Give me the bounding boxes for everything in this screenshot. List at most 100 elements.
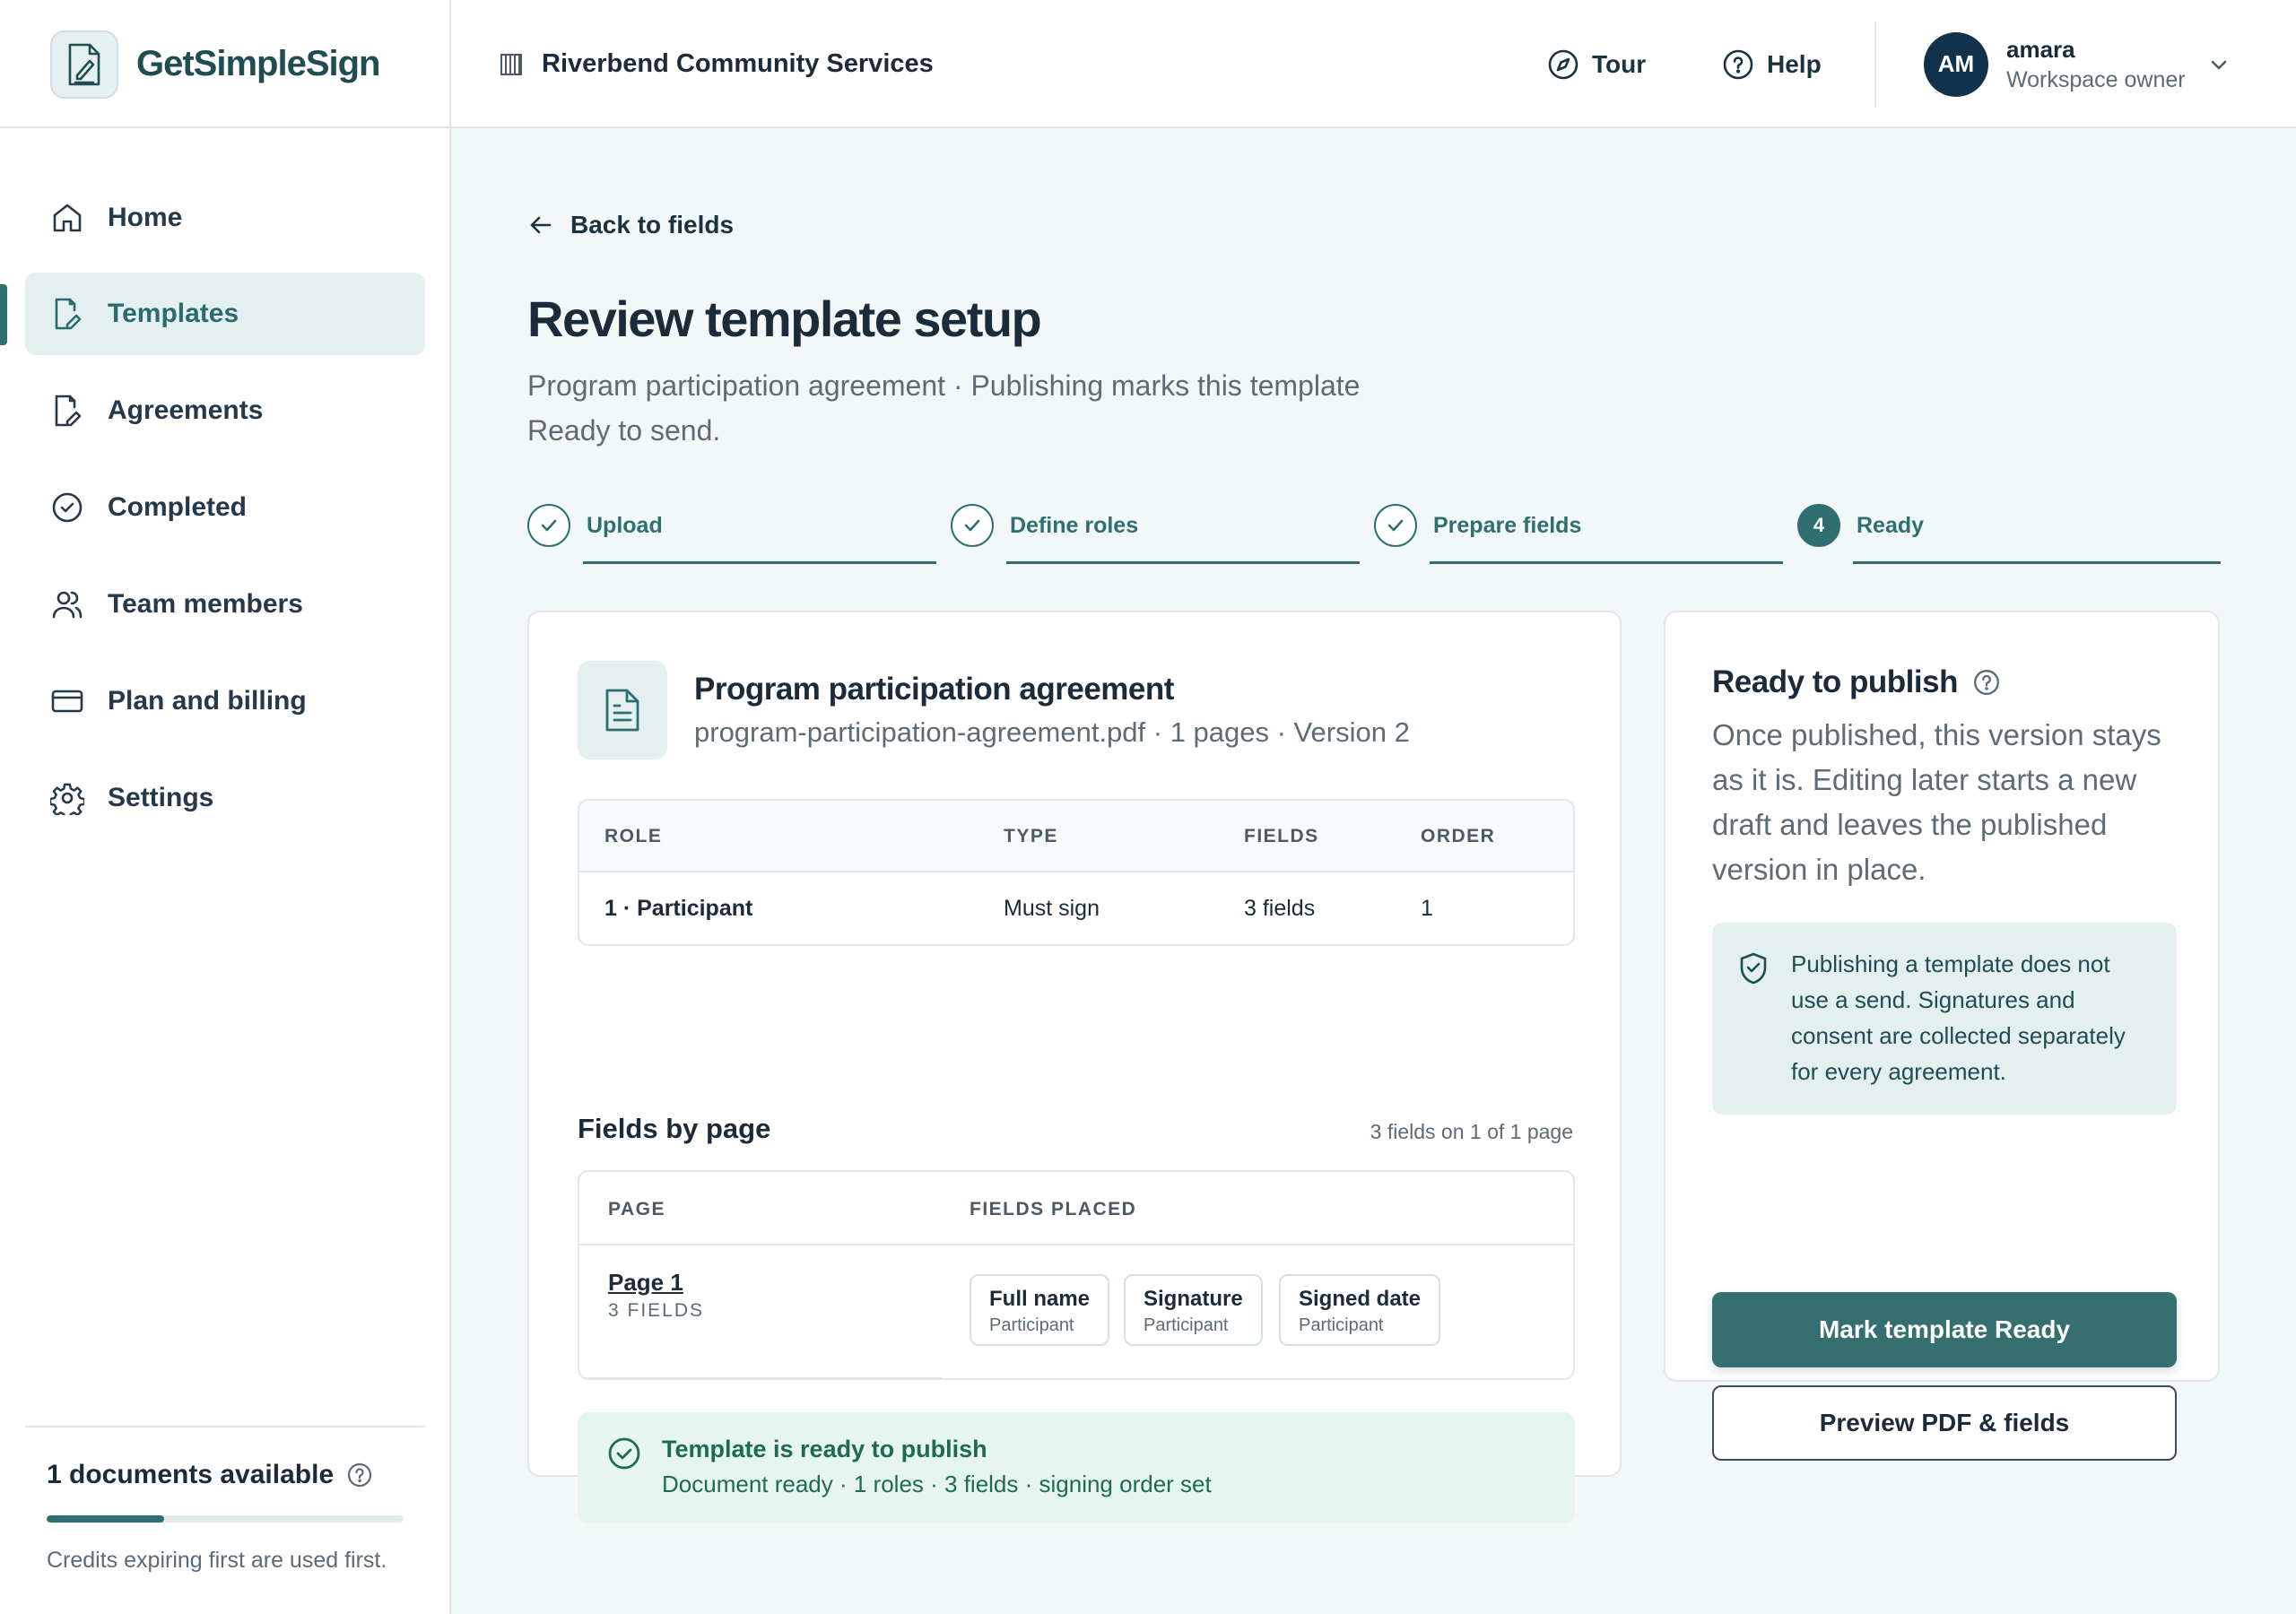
tour-button[interactable]: Tour (1547, 48, 1646, 81)
users-icon (50, 587, 84, 621)
page-title: Review template setup (527, 291, 1042, 347)
org-switcher[interactable]: Riverbend Community Services (499, 0, 934, 128)
step-define-roles[interactable]: Define roles (951, 504, 1360, 567)
document-meta: program-participation-agreement.pdf · 1 … (694, 716, 1410, 748)
document-icon (578, 661, 667, 759)
column-header: PAGE (608, 1199, 665, 1219)
check-circle-icon (606, 1436, 642, 1471)
sidebar-item-label: Team members (108, 589, 303, 619)
org-name: Riverbend Community Services (542, 49, 934, 78)
field-chip-signed-date[interactable]: Signed date Participant (1279, 1274, 1441, 1346)
sidebar-item-team-members[interactable]: Team members (25, 563, 425, 646)
back-link[interactable]: Back to fields (527, 211, 734, 239)
document-title: Program participation agreement (694, 672, 1174, 707)
preview-button[interactable]: Preview PDF & fields (1712, 1385, 2177, 1461)
ready-status-banner: Template is ready to publish Document re… (578, 1412, 1575, 1523)
banner-subtitle: Document ready · 1 roles · 3 fields · si… (662, 1471, 1212, 1497)
help-circle-icon[interactable] (1958, 668, 2001, 697)
active-indicator (0, 284, 7, 345)
chevron-down-icon (2207, 53, 2231, 76)
sidebar-item-settings[interactable]: Settings (25, 757, 425, 839)
back-label: Back to fields (570, 211, 735, 239)
column-header: ROLE (604, 826, 663, 846)
step-label: Ready (1857, 512, 1925, 538)
page-field-count: 3 FIELDS (608, 1300, 705, 1321)
sidebar-item-agreements[interactable]: Agreements (25, 369, 425, 452)
sidebar-item-templates[interactable]: Templates (25, 273, 425, 355)
step-progress-line (1430, 561, 1783, 564)
divider (1874, 22, 1876, 108)
compass-icon (1547, 48, 1579, 81)
help-circle-icon (1722, 48, 1754, 81)
user-role: Workspace owner (2006, 66, 2186, 92)
order-cell: 1 (1421, 896, 1433, 921)
credit-card-icon (50, 684, 84, 718)
field-chip-full-name[interactable]: Full name Participant (970, 1274, 1110, 1346)
sidebar-item-label: Settings (108, 783, 214, 812)
user-menu[interactable]: AM amara Workspace owner (1924, 0, 2231, 128)
chip-role: Participant (1299, 1315, 1384, 1335)
step-label: Upload (587, 512, 663, 538)
info-box: Publishing a template does not use a sen… (1712, 923, 2177, 1115)
document-header: Program participation agreement program-… (578, 661, 1410, 759)
roles-table: ROLE TYPE FIELDS ORDER 1 · Participant M… (578, 799, 1575, 946)
scroll-indicator (579, 1377, 942, 1378)
pen-document-icon (50, 30, 118, 99)
step-number: 4 (1797, 504, 1840, 547)
table-header: ROLE TYPE FIELDS ORDER (579, 801, 1573, 872)
sidebar-item-label: Templates (108, 299, 239, 328)
page-link[interactable]: Page 1 (608, 1269, 704, 1297)
check-icon (1374, 504, 1417, 547)
shield-check-icon (1737, 951, 1770, 1115)
field-chip-signature[interactable]: Signature Participant (1124, 1274, 1263, 1346)
step-upload[interactable]: Upload (527, 504, 936, 567)
banner-title: Template is ready to publish (662, 1436, 987, 1462)
chip-name: Signed date (1299, 1287, 1422, 1311)
step-label: Define roles (1010, 512, 1139, 538)
gear-icon (50, 781, 84, 815)
chip-name: Full name (989, 1287, 1091, 1311)
fields-by-page-title: Fields by page (578, 1113, 771, 1144)
help-circle-icon[interactable] (334, 1462, 373, 1488)
sidebar-item-label: Agreements (108, 395, 264, 425)
sidebar-item-plan-billing[interactable]: Plan and billing (25, 660, 425, 742)
credits-progress-fill (47, 1515, 165, 1523)
step-label: Prepare fields (1433, 512, 1582, 538)
chip-role: Participant (989, 1315, 1074, 1335)
publish-description: Once published, this version stays as it… (1712, 718, 2161, 886)
table-row: 1 · Participant Must sign 3 fields 1 (579, 872, 1573, 944)
page-subtitle: Program participation agreement · Publis… (527, 363, 1424, 453)
step-progress-line (1853, 561, 2221, 564)
avatar: AM (1924, 31, 1988, 97)
subtitle-line: Ready to send. (527, 414, 721, 447)
agreement-icon (50, 394, 84, 428)
sidebar-item-completed[interactable]: Completed (25, 466, 425, 549)
top-bar: GetSimpleSign Riverbend Community Servic… (0, 0, 2296, 128)
table-header: PAGE FIELDS PLACED (579, 1172, 1573, 1245)
mark-ready-button[interactable]: Mark template Ready (1712, 1292, 2177, 1367)
sidebar-item-home[interactable]: Home (25, 177, 425, 259)
step-ready[interactable]: 4 Ready (1797, 504, 2221, 567)
fields-cell: 3 fields (1244, 896, 1316, 921)
help-button[interactable]: Help (1722, 48, 1822, 81)
sidebar-item-label: Home (108, 203, 183, 232)
building-icon (499, 52, 524, 77)
tour-label: Tour (1592, 49, 1647, 78)
credits-note: Credits expiring first are used first. (47, 1548, 387, 1573)
chip-role: Participant (1144, 1315, 1229, 1335)
step-prepare-fields[interactable]: Prepare fields (1374, 504, 1783, 567)
column-header: FIELDS PLACED (970, 1199, 1137, 1219)
credits-progress (47, 1515, 404, 1523)
home-icon (50, 201, 84, 235)
column-header: TYPE (1004, 826, 1058, 846)
brand[interactable]: GetSimpleSign (0, 0, 451, 128)
table-row: Page 1 3 FIELDS Full name Participant Si… (579, 1245, 1573, 1378)
chip-name: Signature (1144, 1287, 1243, 1311)
step-progress-line (583, 561, 936, 564)
user-name: amara (2006, 35, 2075, 63)
fields-by-page-table: PAGE FIELDS PLACED Page 1 3 FIELDS Full … (578, 1170, 1575, 1380)
info-text: Publishing a template does not use a sen… (1791, 950, 2126, 1085)
credits-panel: 1 documents available Credits expiring f… (25, 1426, 425, 1574)
check-circle-icon (50, 490, 84, 525)
sidebar: Home Templates Agreements Completed Team… (0, 128, 451, 1614)
